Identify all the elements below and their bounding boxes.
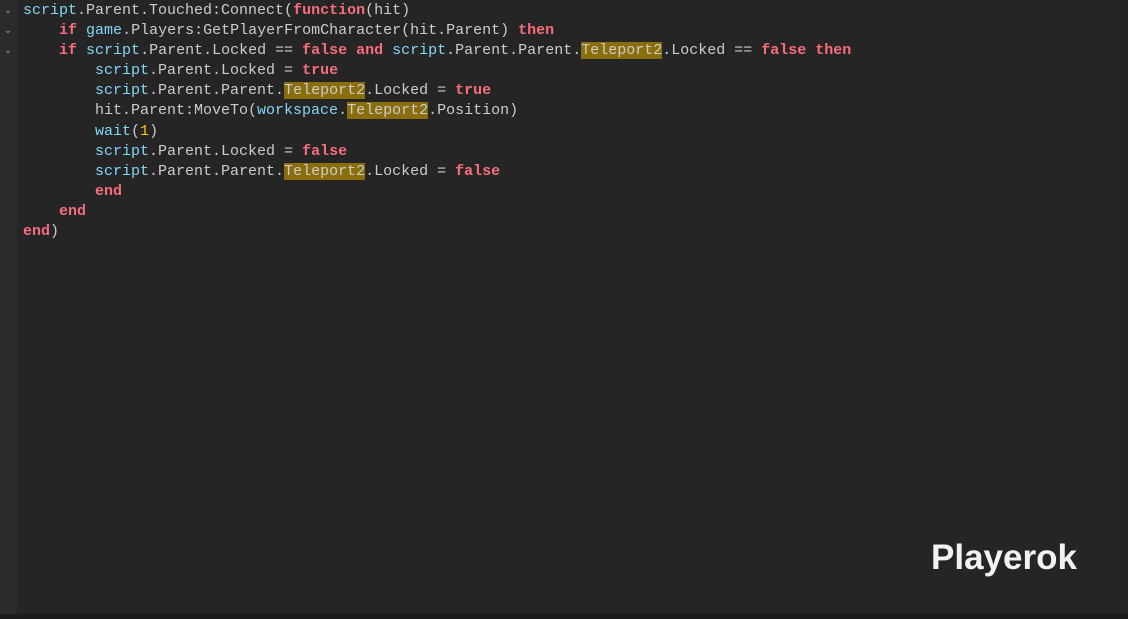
code-line[interactable]: script.Parent.Touched:Connect(function(h… (23, 1, 851, 21)
code-token: true (455, 82, 492, 100)
code-token: end (95, 182, 123, 200)
code-token: .Players:GetPlayerFromCharacter(hit.Pare… (122, 22, 519, 40)
code-token: false (761, 42, 807, 60)
code-token: . (338, 102, 348, 120)
code-line[interactable]: wait(1) (23, 122, 851, 142)
code-token: .Position) (428, 102, 519, 120)
code-token: true (302, 62, 339, 80)
code-token: workspace (257, 102, 339, 120)
code-token: wait (95, 122, 132, 140)
code-token: then (815, 42, 852, 60)
code-token: script (392, 42, 447, 60)
code-line[interactable]: if script.Parent.Locked == false and scr… (23, 41, 851, 61)
search-highlight: Teleport2 (284, 82, 366, 100)
code-token: false (302, 42, 348, 60)
script-editor[interactable]: ⌄ ⌄ ⌄ script.Parent.Touched:Connect(func… (0, 0, 1128, 619)
fold-chevron-icon[interactable]: ⌄ (3, 41, 13, 61)
code-token: (hit) (365, 2, 411, 19)
code-token: if (59, 22, 78, 40)
code-token: .Parent.Parent. (149, 162, 285, 180)
code-token: .Parent.Locked = (149, 62, 303, 80)
code-line[interactable]: script.Parent.Parent.Teleport2.Locked = … (23, 162, 851, 182)
code-token: .Locked = (365, 82, 456, 100)
code-token: then (518, 22, 555, 40)
code-line[interactable]: script.Parent.Parent.Teleport2.Locked = … (23, 81, 851, 101)
code-token: .Parent.Locked == (140, 42, 303, 60)
code-token: .Parent.Locked = (149, 142, 303, 160)
code-line[interactable]: end) (23, 222, 851, 242)
code-token: script (86, 42, 141, 60)
code-token: .Parent.Touched:Connect( (77, 2, 294, 19)
code-line[interactable]: script.Parent.Locked = false (23, 142, 851, 162)
fold-chevron-icon[interactable]: ⌄ (3, 1, 13, 21)
code-token: end (59, 202, 87, 220)
code-token: script (95, 82, 150, 100)
code-token: ) (50, 223, 60, 241)
code-token: false (455, 162, 501, 180)
code-token: .Locked == (662, 42, 762, 60)
code-token: script (95, 142, 150, 160)
code-token: function (293, 2, 366, 19)
code-line[interactable]: script.Parent.Locked = true (23, 61, 851, 81)
code-token: and (356, 42, 384, 60)
code-token: script (95, 62, 150, 80)
code-token: .Locked = (365, 162, 456, 180)
code-token: if (59, 42, 78, 60)
code-token: game (86, 22, 123, 40)
code-token: script (95, 162, 150, 180)
code-token: script (23, 2, 78, 19)
bottom-edge (0, 614, 1128, 619)
code-line[interactable]: hit.Parent:MoveTo(workspace.Teleport2.Po… (23, 101, 851, 121)
code-line[interactable]: if game.Players:GetPlayerFromCharacter(h… (23, 21, 851, 41)
fold-chevron-icon[interactable]: ⌄ (3, 21, 13, 41)
watermark-logo: Playerok (931, 538, 1077, 577)
code-token: false (302, 142, 348, 160)
code-token: .Parent.Parent. (149, 82, 285, 100)
code-token: ( (131, 122, 141, 140)
code-token: hit.Parent:MoveTo( (23, 102, 258, 120)
code-token: .Parent.Parent. (446, 42, 582, 60)
code-area[interactable]: script.Parent.Touched:Connect(function(h… (23, 1, 851, 242)
code-token: end (23, 223, 51, 241)
search-highlight: Teleport2 (284, 162, 366, 180)
search-highlight: Teleport2 (347, 102, 429, 120)
code-token: ) (149, 122, 159, 140)
code-line[interactable]: end (23, 182, 851, 202)
code-line[interactable]: end (23, 202, 851, 222)
search-highlight: Teleport2 (581, 42, 663, 60)
code-token: 1 (140, 122, 150, 140)
fold-gutter: ⌄ ⌄ ⌄ (0, 0, 17, 619)
